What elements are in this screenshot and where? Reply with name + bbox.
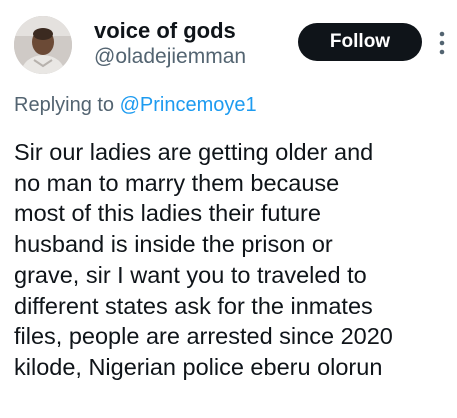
tweet-text-line: different states ask for the inmates bbox=[14, 292, 373, 319]
tweet-text: Sir our ladies are getting older and no … bbox=[14, 137, 454, 383]
tweet-text-line: husband is inside the prison or bbox=[14, 231, 333, 258]
tweet-text-line: grave, sir I want you to traveled to bbox=[14, 261, 367, 288]
author-handle[interactable]: @oladejiemman bbox=[94, 44, 246, 70]
author-display-name[interactable]: voice of gods bbox=[94, 18, 246, 44]
tweet-header: voice of gods @oladejiemman Follow bbox=[0, 0, 457, 84]
reply-context-prefix: Replying to bbox=[14, 94, 115, 116]
tweet-page: voice of gods @oladejiemman Follow Reply… bbox=[0, 0, 457, 418]
reply-mention-link[interactable]: @Princemoye1 bbox=[120, 94, 257, 116]
tweet-text-line: files, people are arrested since 2020 bbox=[14, 323, 393, 350]
reply-context: Replying to @Princemoye1 bbox=[14, 92, 257, 118]
tweet-text-line: most of this ladies their future bbox=[14, 200, 321, 227]
author-info: voice of gods @oladejiemman bbox=[94, 18, 246, 70]
avatar-photo bbox=[14, 16, 72, 74]
tweet-text-line: kilode, Nigerian police eberu olorun bbox=[14, 353, 383, 380]
follow-button[interactable]: Follow bbox=[298, 23, 422, 61]
more-vertical-icon[interactable] bbox=[438, 30, 446, 56]
tweet-text-line: no man to marry them because bbox=[14, 169, 340, 196]
tweet-text-line: Sir our ladies are getting older and bbox=[14, 139, 374, 165]
avatar[interactable] bbox=[14, 16, 72, 74]
